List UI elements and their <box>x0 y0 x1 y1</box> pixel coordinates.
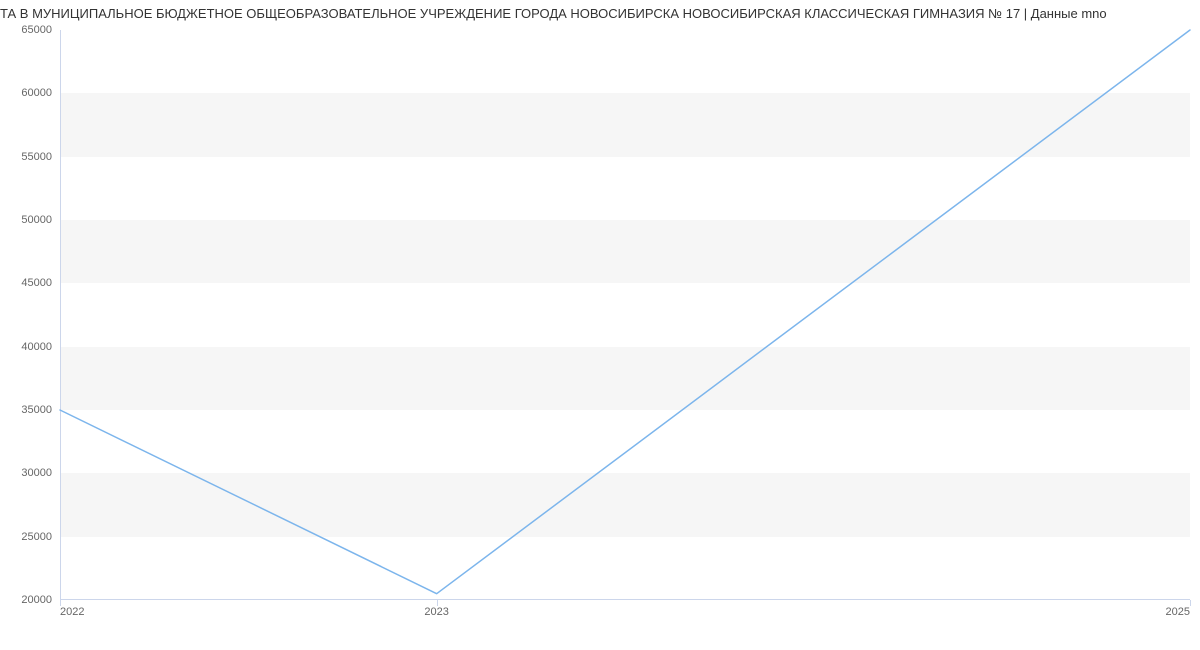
y-tick-label: 50000 <box>21 214 60 226</box>
y-tick-label: 35000 <box>21 404 60 416</box>
chart-plot-area: 2000025000300003500040000450005000055000… <box>60 30 1190 600</box>
series-line <box>60 30 1190 594</box>
chart-title: ТА В МУНИЦИПАЛЬНОЕ БЮДЖЕТНОЕ ОБЩЕОБРАЗОВ… <box>0 0 1200 21</box>
y-tick-label: 20000 <box>21 594 60 606</box>
x-tick-label: 2025 <box>1166 600 1190 618</box>
x-tick-label: 2022 <box>60 600 84 618</box>
y-tick-label: 45000 <box>21 277 60 289</box>
y-tick-label: 40000 <box>21 341 60 353</box>
y-tick-label: 25000 <box>21 531 60 543</box>
line-series-svg <box>60 30 1190 600</box>
x-tick-mark <box>1190 600 1191 606</box>
y-tick-label: 65000 <box>21 24 60 36</box>
y-tick-label: 30000 <box>21 467 60 479</box>
x-tick-label: 2023 <box>424 600 448 618</box>
y-tick-label: 60000 <box>21 87 60 99</box>
y-tick-label: 55000 <box>21 151 60 163</box>
